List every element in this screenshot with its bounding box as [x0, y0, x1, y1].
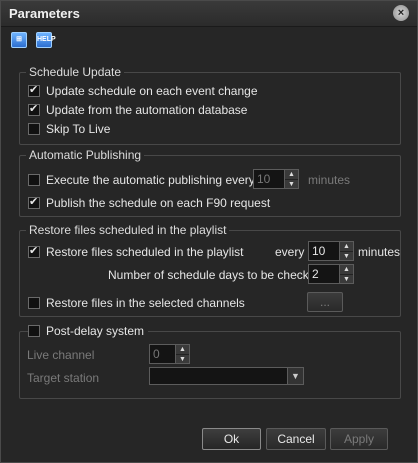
restore-channels-checkbox[interactable]	[28, 297, 40, 309]
restore-files-option[interactable]: Restore files scheduled in the playlist	[28, 244, 243, 260]
publish-f90-label: Publish the schedule on each F90 request	[46, 196, 271, 210]
apply-button[interactable]: Apply	[330, 428, 388, 450]
restore-files-title: Restore files scheduled in the playlist	[26, 223, 230, 237]
live-channel-label: Live channel	[27, 348, 95, 362]
update-from-db-checkbox[interactable]	[28, 102, 40, 116]
target-station-select[interactable]: ▼	[149, 367, 304, 385]
post-delay-label: Post-delay system	[46, 324, 145, 338]
restore-interval-spinner[interactable]: 10 ▲ ▼	[308, 241, 354, 261]
schedule-days-label: Number of schedule days to be checked	[108, 268, 323, 282]
chevron-down-icon[interactable]: ▼	[287, 368, 303, 384]
spin-up-icon[interactable]: ▲	[340, 265, 353, 274]
execute-publishing-checkbox[interactable]	[28, 174, 40, 186]
update-on-event-checkbox[interactable]	[28, 83, 40, 97]
dialog-title: Parameters	[9, 6, 80, 21]
automatic-publishing-title: Automatic Publishing	[26, 148, 145, 162]
parameters-dialog: Parameters × ⊞ HELP Schedule Update Upda…	[0, 0, 418, 463]
skip-to-live-label: Skip To Live	[46, 122, 111, 136]
restore-unit-label: minutes	[358, 245, 401, 259]
cancel-button[interactable]: Cancel	[266, 428, 326, 450]
skip-to-live-checkbox[interactable]	[28, 123, 40, 135]
spin-down-icon[interactable]: ▼	[176, 354, 189, 364]
spin-up-icon[interactable]: ▲	[340, 242, 353, 251]
browse-channels-button[interactable]: ...	[307, 292, 343, 312]
restore-interval-value[interactable]: 10	[308, 241, 340, 261]
restore-channels-option[interactable]: Restore files in the selected channels	[28, 295, 245, 311]
every-label: every	[275, 245, 305, 259]
update-on-event-option[interactable]: Update schedule on each event change	[28, 83, 258, 99]
schedule-update-title: Schedule Update	[26, 65, 125, 79]
publishing-interval-value[interactable]: 10	[253, 169, 285, 189]
execute-publishing-label: Execute the automatic publishing every:	[46, 173, 259, 187]
restore-files-label: Restore files scheduled in the playlist	[46, 245, 244, 259]
update-on-event-label: Update schedule on each event change	[46, 84, 258, 98]
publish-f90-checkbox[interactable]	[28, 195, 40, 209]
spin-up-icon[interactable]: ▲	[285, 170, 298, 179]
post-delay-group	[19, 331, 401, 399]
schedule-days-value[interactable]: 2	[308, 264, 340, 284]
post-delay-option[interactable]: Post-delay system	[28, 323, 149, 339]
grid-icon[interactable]: ⊞	[11, 32, 27, 48]
title-bar[interactable]: Parameters ×	[1, 1, 417, 27]
spin-down-icon[interactable]: ▼	[285, 179, 298, 189]
update-from-db-option[interactable]: Update from the automation database	[28, 102, 247, 118]
publishing-unit-label: minutes	[308, 173, 351, 187]
spin-down-icon[interactable]: ▼	[340, 274, 353, 284]
target-station-label: Target station	[27, 371, 100, 385]
execute-publishing-option[interactable]: Execute the automatic publishing every:	[28, 172, 258, 188]
live-channel-value[interactable]: 0	[149, 344, 176, 364]
spin-down-icon[interactable]: ▼	[340, 251, 353, 261]
skip-to-live-option[interactable]: Skip To Live	[28, 121, 110, 137]
publish-f90-option[interactable]: Publish the schedule on each F90 request	[28, 195, 270, 211]
restore-channels-label: Restore files in the selected channels	[46, 296, 245, 310]
update-from-db-label: Update from the automation database	[46, 103, 248, 117]
ok-button[interactable]: Ok	[202, 428, 261, 450]
post-delay-checkbox[interactable]	[28, 325, 40, 337]
help-icon[interactable]: HELP	[36, 32, 56, 48]
publishing-interval-spinner[interactable]: 10 ▲ ▼	[253, 169, 299, 189]
spin-up-icon[interactable]: ▲	[176, 345, 189, 354]
schedule-days-spinner[interactable]: 2 ▲ ▼	[308, 264, 354, 284]
close-button[interactable]: ×	[393, 5, 409, 21]
live-channel-spinner[interactable]: 0 ▲ ▼	[149, 344, 190, 364]
restore-files-checkbox[interactable]	[28, 244, 40, 258]
